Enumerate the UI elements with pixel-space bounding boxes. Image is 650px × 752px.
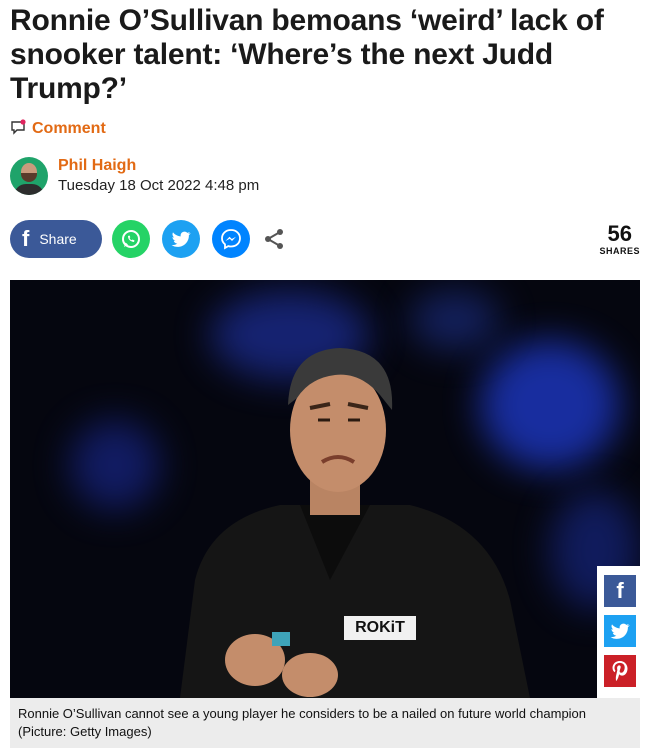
share-count: 56 SHARES [599,221,640,257]
facebook-icon: f [22,226,30,251]
whatsapp-icon [122,230,140,248]
pinterest-icon [612,661,628,681]
facebook-share-button[interactable]: f Share [10,220,102,258]
share-count-number: 56 [607,221,632,246]
more-share-button[interactable] [260,220,288,258]
pinterest-side-share-button[interactable] [604,655,636,687]
author-byline: Phil Haigh Tuesday 18 Oct 2022 4:48 pm [10,156,259,196]
messenger-share-button[interactable] [212,220,250,258]
twitter-icon [610,623,630,639]
author-name[interactable]: Phil Haigh [58,156,259,176]
share-icon [265,229,283,249]
author-avatar[interactable] [10,157,48,195]
share-bar: f Share 56 SHARES [10,218,640,260]
image-caption: Ronnie O’Sullivan cannot see a young pla… [10,698,640,748]
jersey-sponsor-text: ROKiT [355,619,405,636]
article-hero-image[interactable]: ROKiT [10,280,640,698]
comment-icon [10,118,26,140]
twitter-icon [171,231,191,247]
whatsapp-share-button[interactable] [112,220,150,258]
twitter-share-button[interactable] [162,220,200,258]
messenger-icon [221,229,241,250]
comment-label[interactable]: Comment [32,120,106,138]
facebook-side-share-button[interactable]: f [604,575,636,607]
publish-date: Tuesday 18 Oct 2022 4:48 pm [58,177,260,194]
facebook-share-label: Share [39,231,77,247]
player-figure [180,348,530,698]
article-headline: Ronnie O’Sullivan bemoans ‘weird’ lack o… [10,4,604,105]
floating-share-bar: f [597,566,643,702]
facebook-icon: f [616,578,624,603]
comment-link[interactable]: Comment [10,118,106,140]
share-count-label: SHARES [599,246,640,256]
twitter-side-share-button[interactable] [604,615,636,647]
